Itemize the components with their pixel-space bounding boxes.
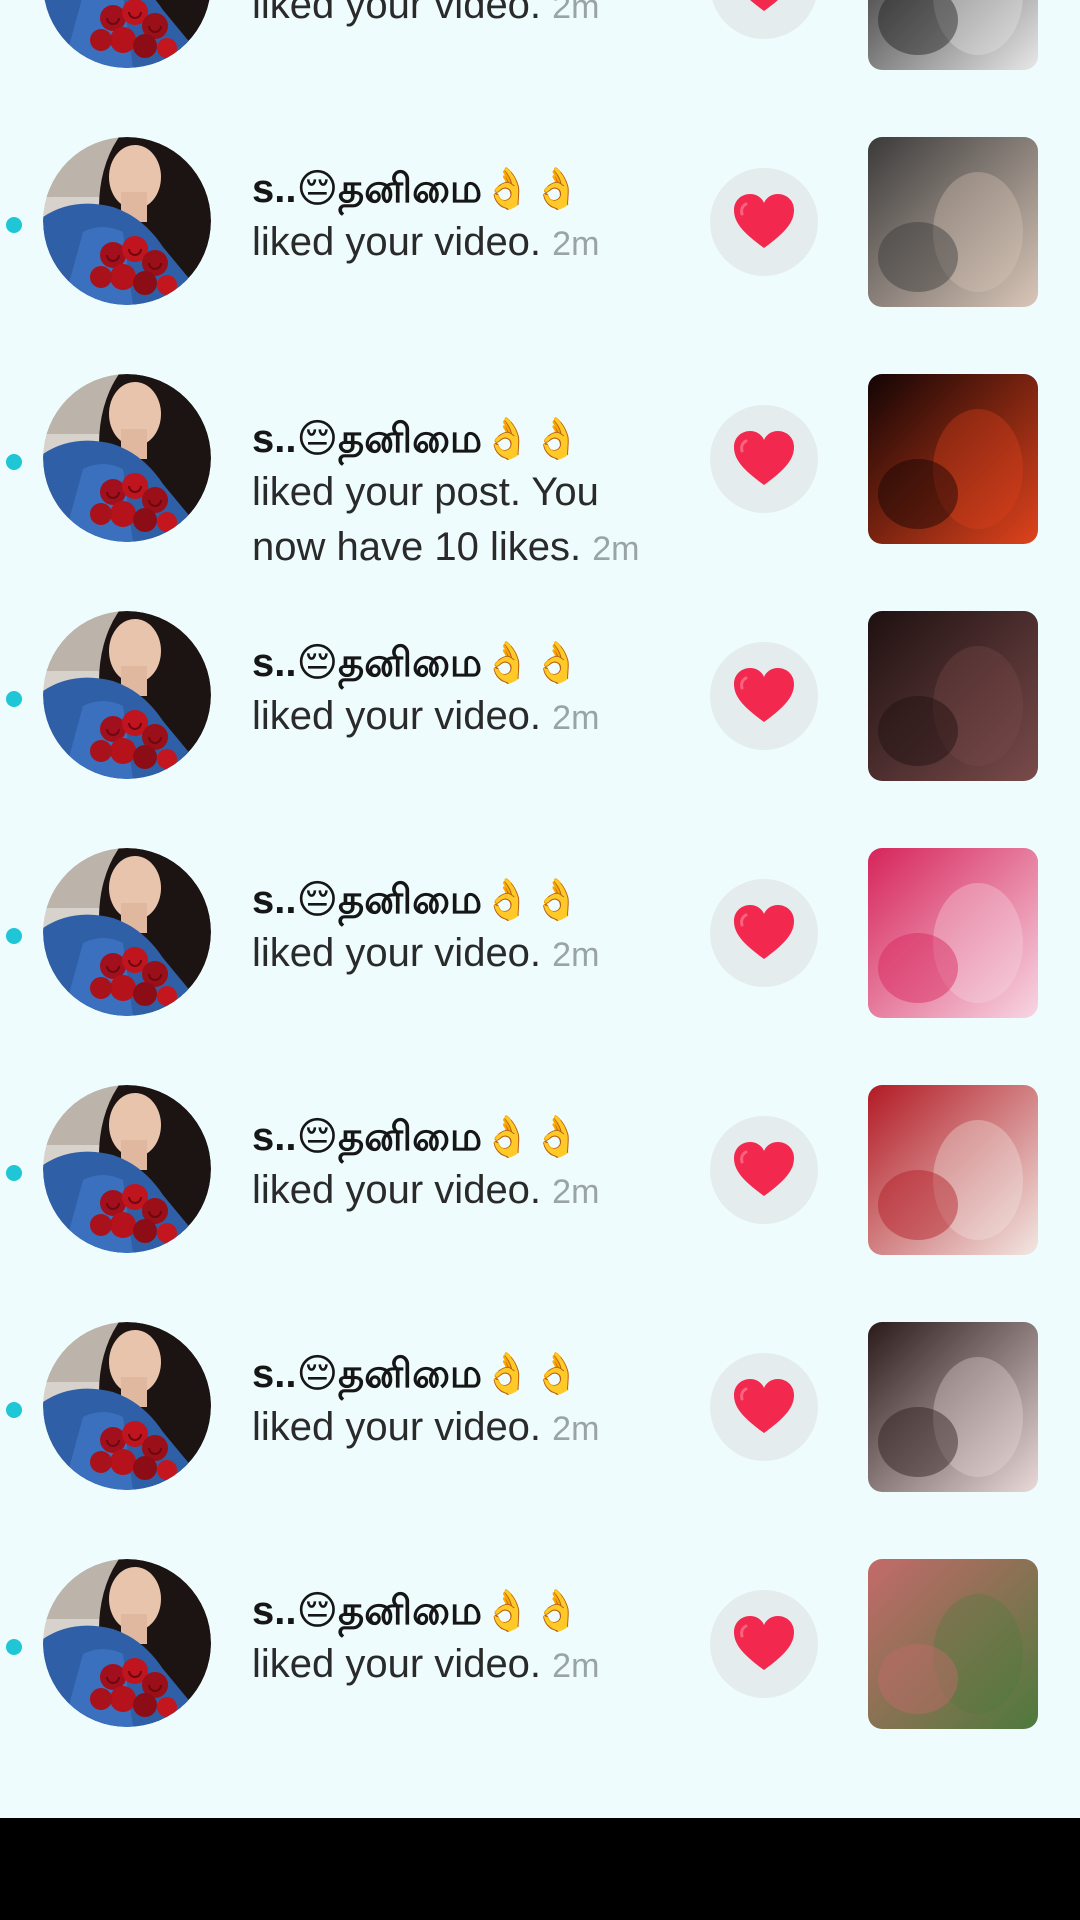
avatar[interactable] <box>43 1322 211 1490</box>
unread-dot <box>6 691 22 707</box>
notification-text[interactable]: s..😔தனிமை👌👌 liked your post. You now hav… <box>252 413 672 577</box>
notification-text[interactable]: s..😔தனிமை👌👌 liked your video. 2m <box>252 1348 672 1457</box>
notification-message: liked your post. You now have 10 likes. … <box>252 465 672 577</box>
notification-text[interactable]: s..😔தனிமை👌👌 liked your video. 2m <box>252 874 672 983</box>
notification-message: liked your video. 2m <box>252 215 672 272</box>
like-button[interactable] <box>710 1590 818 1698</box>
username[interactable]: s..😔தனிமை👌👌 <box>252 1585 672 1637</box>
unread-dot <box>6 454 22 470</box>
avatar[interactable] <box>43 137 211 305</box>
timestamp: 2m <box>552 1173 600 1211</box>
timestamp: 2m <box>552 225 600 263</box>
bottom-bar <box>0 1818 1080 1920</box>
timestamp: 2m <box>552 699 600 737</box>
message-text: liked your video. <box>252 694 542 738</box>
username[interactable]: s..😔தனிமை👌👌 <box>252 1111 672 1163</box>
video-thumbnail[interactable] <box>868 1559 1038 1729</box>
unread-dot <box>6 217 22 233</box>
activity-screen: s..😔தனிமை👌👌 liked your video. 2m <box>0 0 1080 1818</box>
like-button[interactable] <box>710 405 818 513</box>
username[interactable]: s..😔தனிமை👌👌 <box>252 874 672 926</box>
message-text: liked your video. <box>252 1642 542 1686</box>
video-thumbnail[interactable] <box>868 0 1038 70</box>
message-text: liked your video. <box>252 931 542 975</box>
notification-text[interactable]: s..😔தனிமை👌👌 liked your video. 2m <box>252 163 672 272</box>
video-thumbnail[interactable] <box>868 848 1038 1018</box>
timestamp: 2m <box>552 936 600 974</box>
notification-row[interactable]: s..😔தனிமை👌👌 liked your video. 2m <box>0 1287 1080 1524</box>
notification-message: liked your video. 2m <box>252 0 672 35</box>
avatar[interactable] <box>43 0 211 68</box>
avatar[interactable] <box>43 611 211 779</box>
notification-text[interactable]: s..😔தனிமை👌👌 liked your video. 2m <box>252 0 672 35</box>
notification-row[interactable]: s..😔தனிமை👌👌 liked your video. 2m <box>0 0 1080 102</box>
avatar[interactable] <box>43 1085 211 1253</box>
message-text: liked your video. <box>252 220 542 264</box>
like-button[interactable] <box>710 1116 818 1224</box>
notification-row[interactable]: s..😔தனிமை👌👌 liked your video. 2m <box>0 102 1080 339</box>
notification-row[interactable]: s..😔தனிமை👌👌 liked your video. 2m <box>0 813 1080 1050</box>
unread-dot <box>6 928 22 944</box>
unread-dot <box>6 1639 22 1655</box>
username[interactable]: s..😔தனிமை👌👌 <box>252 1348 672 1400</box>
notification-message: liked your video. 2m <box>252 1637 672 1694</box>
video-thumbnail[interactable] <box>868 374 1038 544</box>
notification-row[interactable]: s..😔தனிமை👌👌 liked your post. You now hav… <box>0 339 1080 576</box>
notification-text[interactable]: s..😔தனிமை👌👌 liked your video. 2m <box>252 637 672 746</box>
video-thumbnail[interactable] <box>868 611 1038 781</box>
notification-message: liked your video. 2m <box>252 1163 672 1220</box>
unread-dot <box>6 1165 22 1181</box>
notification-message: liked your video. 2m <box>252 926 672 983</box>
unread-dot <box>6 1402 22 1418</box>
video-thumbnail[interactable] <box>868 137 1038 307</box>
like-button[interactable] <box>710 879 818 987</box>
like-button[interactable] <box>710 0 818 39</box>
timestamp: 2m <box>552 0 600 26</box>
username[interactable]: s..😔தனிமை👌👌 <box>252 637 672 689</box>
notification-row[interactable]: s..😔தனிமை👌👌 liked your video. 2m <box>0 576 1080 813</box>
notification-text[interactable]: s..😔தனிமை👌👌 liked your video. 2m <box>252 1111 672 1220</box>
avatar[interactable] <box>43 848 211 1016</box>
timestamp: 2m <box>592 530 640 568</box>
video-thumbnail[interactable] <box>868 1322 1038 1492</box>
like-button[interactable] <box>710 642 818 750</box>
timestamp: 2m <box>552 1410 600 1448</box>
timestamp: 2m <box>552 1647 600 1685</box>
like-button[interactable] <box>710 168 818 276</box>
username[interactable]: s..😔தனிமை👌👌 <box>252 163 672 215</box>
message-text: liked your video. <box>252 1168 542 1212</box>
message-text: liked your video. <box>252 1405 542 1449</box>
notification-message: liked your video. 2m <box>252 689 672 746</box>
notification-row[interactable]: s..😔தனிமை👌👌 liked your video. 2m <box>0 1050 1080 1287</box>
username[interactable]: s..😔தனிமை👌👌 <box>252 413 672 465</box>
notification-row[interactable]: s..😔தனிமை👌👌 liked your video. 2m <box>0 1524 1080 1761</box>
video-thumbnail[interactable] <box>868 1085 1038 1255</box>
notification-message: liked your video. 2m <box>252 1400 672 1457</box>
avatar[interactable] <box>43 1559 211 1727</box>
message-text: liked your post. You now have 10 likes. <box>252 470 599 569</box>
message-text: liked your video. <box>252 0 542 27</box>
like-button[interactable] <box>710 1353 818 1461</box>
avatar[interactable] <box>43 374 211 542</box>
notification-text[interactable]: s..😔தனிமை👌👌 liked your video. 2m <box>252 1585 672 1694</box>
